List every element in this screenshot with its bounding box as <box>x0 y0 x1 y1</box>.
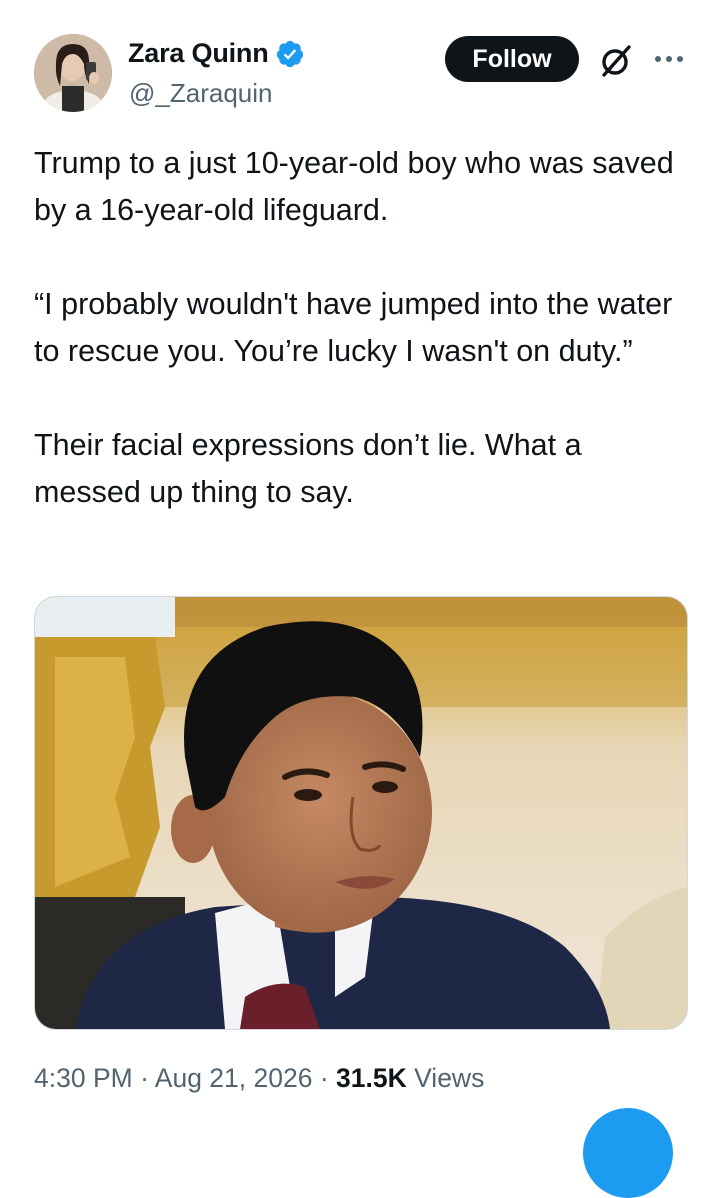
tweet-paragraph: “I probably wouldn't have jumped into th… <box>34 287 673 368</box>
meta-separator: · <box>312 1063 337 1093</box>
author-handle[interactable]: @_Zaraquin <box>129 78 272 109</box>
tweet-date[interactable]: Aug 21, 2026 <box>155 1063 313 1093</box>
tweet-paragraph: Trump to a just 10-year-old boy who was … <box>34 146 674 227</box>
grok-icon[interactable] <box>597 42 635 80</box>
views-count: 31.5K <box>336 1063 407 1093</box>
author-display-name[interactable]: Zara Quinn <box>128 38 269 69</box>
tweet-header: Zara Quinn @_Zaraquin Follow <box>0 0 720 130</box>
avatar-photo <box>34 34 112 112</box>
boy-photo <box>35 597 687 1029</box>
author-name-row: Zara Quinn <box>128 38 305 69</box>
more-options-icon[interactable] <box>651 44 687 74</box>
tweet-paragraph: Their facial expressions don’t lie. What… <box>34 428 582 509</box>
views-label: Views <box>406 1063 485 1093</box>
meta-separator: · <box>132 1063 155 1093</box>
tweet-media-photo[interactable] <box>34 596 688 1030</box>
tweet-text: Trump to a just 10-year-old boy who was … <box>34 140 694 516</box>
follow-button[interactable]: Follow <box>445 36 579 82</box>
verified-badge-icon <box>276 40 303 67</box>
avatar[interactable] <box>34 34 112 112</box>
tweet-metadata: 4:30 PM · Aug 21, 2026 · 31.5K Views <box>34 1063 484 1094</box>
tweet-time[interactable]: 4:30 PM <box>34 1063 133 1093</box>
compose-fab-button[interactable] <box>583 1108 673 1198</box>
